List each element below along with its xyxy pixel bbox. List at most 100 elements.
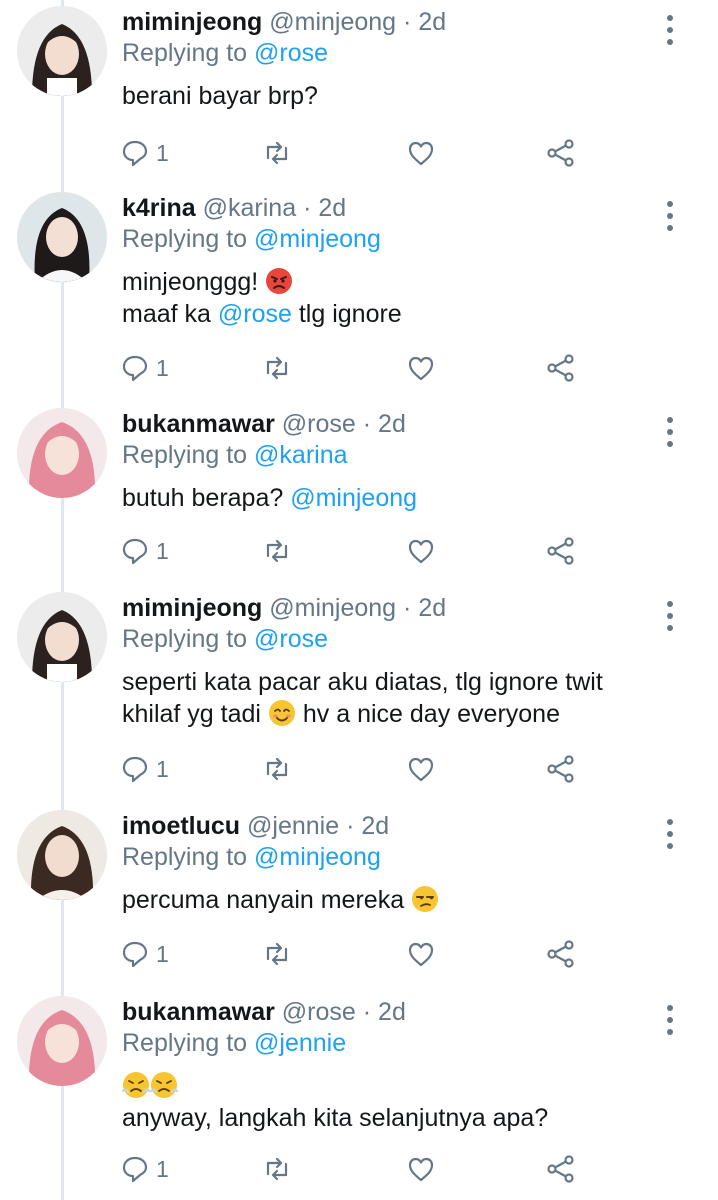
- like-button[interactable]: [406, 1152, 436, 1186]
- display-name[interactable]: bukanmawar: [122, 410, 275, 438]
- reply-button[interactable]: 1: [120, 136, 169, 170]
- user-handle[interactable]: @rose: [282, 998, 356, 1026]
- timestamp[interactable]: 2d: [418, 594, 446, 622]
- reply-button[interactable]: 1: [120, 351, 169, 385]
- avatar-pink-hair-icon: [17, 408, 107, 498]
- tweet-text: minjeonggg! maaf ka @rose tlg ignore: [122, 266, 692, 330]
- retweet-button[interactable]: [262, 937, 292, 971]
- more-options-icon[interactable]: [660, 1002, 680, 1038]
- retweet-button[interactable]: [262, 351, 292, 385]
- retweet-button[interactable]: [262, 752, 292, 786]
- avatar[interactable]: [17, 6, 107, 96]
- retweet-icon: [266, 757, 288, 781]
- share-button[interactable]: [546, 534, 576, 568]
- tweet[interactable]: miminjeong @minjeong · 2d Replying to @r…: [0, 586, 718, 804]
- tweet-actions: 1: [120, 534, 590, 568]
- user-handle[interactable]: @minjeong: [269, 8, 396, 36]
- mention-link[interactable]: @minjeong: [254, 225, 381, 253]
- more-options-icon[interactable]: [660, 598, 680, 634]
- display-name[interactable]: bukanmawar: [122, 998, 275, 1026]
- avatar[interactable]: [17, 996, 107, 1086]
- tweet[interactable]: k4rina @karina · 2d Replying to @minjeon…: [0, 186, 718, 402]
- display-name[interactable]: miminjeong: [122, 8, 262, 36]
- mention-link[interactable]: @minjeong: [254, 843, 381, 871]
- replying-to-label: Replying to: [122, 225, 248, 253]
- mention-link[interactable]: @rose: [254, 625, 328, 653]
- avatar[interactable]: [17, 408, 107, 498]
- like-button[interactable]: [406, 136, 436, 170]
- replying-to-label: Replying to: [122, 39, 248, 67]
- retweet-button[interactable]: [262, 1152, 292, 1186]
- mention-link[interactable]: @rose: [254, 39, 328, 67]
- more-options-icon[interactable]: [660, 12, 680, 48]
- reply-count: 1: [156, 139, 169, 166]
- share-button[interactable]: [546, 937, 576, 971]
- tweet-actions: 1: [120, 752, 590, 786]
- display-name[interactable]: miminjeong: [122, 594, 262, 622]
- replying-to: Replying to @rose: [122, 623, 328, 655]
- tweet[interactable]: bukanmawar @rose · 2d Replying to @karin…: [0, 402, 718, 586]
- avatar-brown-hair-icon: [17, 810, 107, 900]
- reply-button[interactable]: 1: [120, 534, 169, 568]
- like-button[interactable]: [406, 752, 436, 786]
- like-button[interactable]: [406, 937, 436, 971]
- reply-button[interactable]: 1: [120, 937, 169, 971]
- separator-dot: ·: [403, 594, 412, 622]
- share-button[interactable]: [546, 1152, 576, 1186]
- share-button[interactable]: [546, 752, 576, 786]
- avatar[interactable]: [17, 192, 107, 282]
- timestamp[interactable]: 2d: [378, 998, 406, 1026]
- more-options-icon[interactable]: [660, 414, 680, 450]
- more-options-icon[interactable]: [660, 198, 680, 234]
- replying-to: Replying to @minjeong: [122, 841, 381, 873]
- avatar[interactable]: [17, 810, 107, 900]
- share-button[interactable]: [546, 351, 576, 385]
- reply-button[interactable]: 1: [120, 1152, 169, 1186]
- tweet-text: anyway, langkah kita selanjutnya apa?: [122, 1070, 692, 1134]
- mention-link[interactable]: @jennie: [254, 1029, 346, 1057]
- tweet-text: seperti kata pacar aku diatas, tlg ignor…: [122, 666, 692, 730]
- user-handle[interactable]: @jennie: [247, 812, 339, 840]
- mention-link[interactable]: @minjeong: [290, 484, 417, 512]
- display-name[interactable]: k4rina: [122, 194, 196, 222]
- mention-link[interactable]: @karina: [254, 441, 347, 469]
- share-button[interactable]: [546, 136, 576, 170]
- reply-icon: [122, 756, 148, 783]
- more-options-icon[interactable]: [660, 816, 680, 852]
- tweet-actions: 1: [120, 937, 590, 971]
- unamused-face-emoji-icon: [412, 886, 439, 912]
- like-button[interactable]: [406, 534, 436, 568]
- heart-icon: [408, 356, 434, 381]
- tweet[interactable]: imoetlucu @jennie · 2d Replying to @minj…: [0, 804, 718, 988]
- reply-icon: [122, 140, 148, 167]
- heart-icon: [408, 757, 434, 782]
- mention-link[interactable]: @rose: [218, 300, 292, 328]
- retweet-button[interactable]: [262, 534, 292, 568]
- timestamp[interactable]: 2d: [418, 8, 446, 36]
- user-handle[interactable]: @minjeong: [269, 594, 396, 622]
- tweet[interactable]: bukanmawar @rose · 2d Replying to @jenni…: [0, 990, 718, 1200]
- timestamp[interactable]: 2d: [378, 410, 406, 438]
- user-handle[interactable]: @rose: [282, 410, 356, 438]
- reply-count: 1: [156, 1155, 169, 1182]
- replying-to: Replying to @minjeong: [122, 223, 381, 255]
- timestamp[interactable]: 2d: [318, 194, 346, 222]
- avatar[interactable]: [17, 592, 107, 682]
- retweet-button[interactable]: [262, 136, 292, 170]
- like-button[interactable]: [406, 351, 436, 385]
- reply-button[interactable]: 1: [120, 752, 169, 786]
- separator-dot: ·: [403, 8, 412, 36]
- replying-to-label: Replying to: [122, 843, 248, 871]
- replying-to: Replying to @karina: [122, 439, 348, 471]
- tweet-header: k4rina @karina · 2d: [122, 192, 346, 224]
- heart-icon: [408, 141, 434, 166]
- tweet[interactable]: miminjeong @minjeong · 2d Replying to @r…: [0, 0, 718, 186]
- tweet-actions: 1: [120, 1152, 590, 1186]
- replying-to-label: Replying to: [122, 441, 248, 469]
- user-handle[interactable]: @karina: [203, 194, 296, 222]
- avatar-pink-hair-icon: [17, 996, 107, 1086]
- tweet-text-line: seperti kata pacar aku diatas, tlg ignor…: [122, 668, 603, 696]
- timestamp[interactable]: 2d: [361, 812, 389, 840]
- separator-dot: ·: [303, 194, 312, 222]
- display-name[interactable]: imoetlucu: [122, 812, 240, 840]
